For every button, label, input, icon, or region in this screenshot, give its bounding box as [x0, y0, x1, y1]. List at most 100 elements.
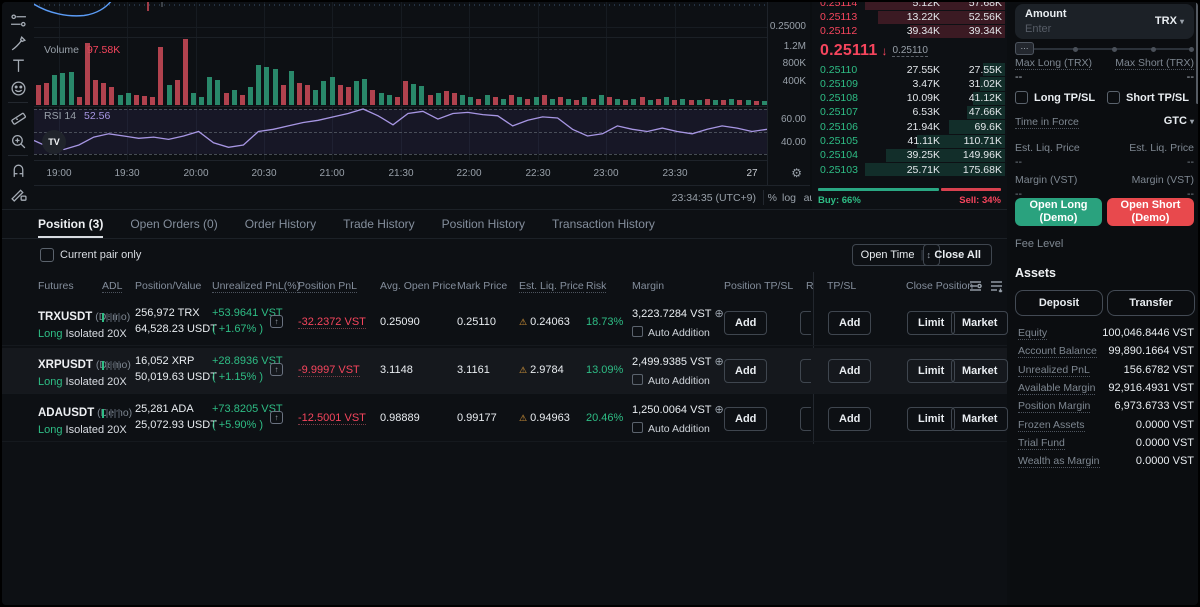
position-tpsl-add-button[interactable]: Add	[724, 311, 767, 335]
ruler-tool-icon[interactable]	[10, 110, 27, 127]
slider-dot-25[interactable]	[1073, 47, 1078, 52]
close-market-button[interactable]: Market	[951, 359, 1008, 383]
volume-bar	[167, 85, 172, 105]
brush-tool-icon[interactable]	[10, 35, 27, 52]
chart-settings-gear-icon[interactable]: ⚙	[791, 166, 802, 180]
orderbook-bid-row[interactable]: 0.2510325.71K175.68K	[812, 163, 1007, 177]
zoom-in-tool-icon[interactable]	[10, 133, 27, 150]
add-margin-icon[interactable]: ⊕	[715, 308, 724, 320]
column-settings-icon[interactable]	[989, 278, 1004, 293]
orderbook-bid-row[interactable]: 0.251093.47K31.02K	[812, 77, 1007, 91]
volume-bar	[640, 97, 645, 105]
tab-open-orders-0-[interactable]: Open Orders (0)	[130, 210, 217, 238]
orderbook-bid-row[interactable]: 0.2510439.25K149.96K	[812, 148, 1007, 162]
orderbook-bid-row[interactable]: 0.2510541.11K110.71K	[812, 134, 1007, 148]
close-limit-button[interactable]: Limit	[907, 407, 955, 431]
share-pnl-icon[interactable]: ↑	[270, 363, 283, 376]
asset-value: 0.0000 VST	[1136, 419, 1194, 431]
close-all-button[interactable]: Close All	[923, 244, 992, 266]
volume-bar	[444, 91, 449, 105]
slider-handle[interactable]: ⋯	[1015, 42, 1034, 55]
close-market-button[interactable]: Market	[951, 311, 1008, 335]
orderbook-total: 47.66K	[969, 105, 1002, 119]
auto-addition-checkbox[interactable]	[632, 374, 643, 385]
volume-bar	[428, 95, 433, 105]
volume-bar	[44, 83, 49, 105]
open-short-button[interactable]: Open Short(Demo)	[1107, 198, 1194, 226]
slider-dot-75[interactable]	[1151, 47, 1156, 52]
close-limit-button[interactable]: Limit	[907, 311, 955, 335]
orderbook-ask-row[interactable]: 0.2511239.34K39.34K	[812, 24, 1007, 38]
current-pair-only-checkbox[interactable]	[40, 248, 54, 262]
reverse-button-clipped[interactable]	[800, 311, 811, 335]
asset-value: 0.0000 VST	[1136, 455, 1194, 467]
orderbook-bid-row[interactable]: 0.2510810.09K41.12K	[812, 91, 1007, 105]
open-long-button[interactable]: Open Long(Demo)	[1015, 198, 1102, 226]
reverse-button-clipped[interactable]	[800, 359, 811, 383]
volume-bar	[191, 93, 196, 105]
emoji-tool-icon[interactable]	[10, 80, 27, 97]
long-tpsl-checkbox[interactable]	[1015, 91, 1028, 104]
text-tool-icon[interactable]	[10, 57, 27, 74]
price-scale[interactable]: 0.25000 1.2M 800K 400K 60.00 40.00 ⚙	[767, 2, 810, 185]
column-header-mark: Mark Price	[457, 280, 507, 292]
slider-dot-50[interactable]	[1112, 47, 1117, 52]
tab-transaction-history[interactable]: Transaction History	[552, 210, 655, 238]
add-margin-icon[interactable]: ⊕	[715, 356, 724, 368]
auto-addition-checkbox[interactable]	[632, 422, 643, 433]
percent-scale-button[interactable]: %	[768, 192, 777, 204]
tab-trade-history[interactable]: Trade History	[343, 210, 415, 238]
deposit-button[interactable]: Deposit	[1015, 290, 1103, 316]
avg-open-price-cell: 0.25090	[380, 316, 420, 328]
chart-plot[interactable]: Volume 97.58K RSI 14 52.56 TV	[34, 2, 767, 185]
symbol: ADAUSDT	[38, 407, 94, 419]
close-limit-button[interactable]: Limit	[907, 359, 955, 383]
volume-bar	[436, 93, 441, 105]
drawing-lock-tool-icon[interactable]	[10, 185, 27, 202]
close-market-button[interactable]: Market	[951, 407, 1008, 431]
short-tpsl-checkbox[interactable]	[1107, 91, 1120, 104]
log-scale-button[interactable]: log	[782, 192, 796, 204]
magnet-tool-icon[interactable]	[10, 162, 27, 179]
auto-addition-checkbox[interactable]	[632, 326, 643, 337]
asset-label: Unrealized PnL	[1018, 364, 1090, 377]
amount-input[interactable]: Enter	[1025, 23, 1051, 35]
reverse-button-clipped[interactable]	[800, 407, 811, 431]
adl-bar	[102, 313, 104, 322]
column-filter-icon[interactable]	[968, 278, 983, 293]
tab-position-history[interactable]: Position History	[442, 210, 525, 238]
volume-bar	[289, 71, 294, 105]
est-liq-long-label: Est. Liq. Price	[1015, 142, 1080, 154]
panel-scrollbar[interactable]	[1196, 2, 1199, 104]
column-header-margin: Margin	[632, 280, 664, 292]
orderbook-bid-row[interactable]: 0.251076.53K47.66K	[812, 105, 1007, 119]
tradingview-watermark: TV	[42, 130, 66, 154]
tpsl-add-button[interactable]: Add	[828, 311, 871, 335]
volume-bar	[452, 93, 457, 105]
asset-label: Available Margin	[1018, 382, 1095, 395]
orderbook-ask-row[interactable]: 0.251145.12K57.68K	[812, 2, 1007, 10]
position-tpsl-add-button[interactable]: Add	[724, 359, 767, 383]
time-in-force-selector[interactable]: GTC ▾	[1164, 115, 1194, 127]
tpsl-add-button[interactable]: Add	[828, 407, 871, 431]
time-tick: 27	[746, 168, 757, 179]
currency-selector[interactable]: TRX ▾	[1155, 15, 1184, 27]
orderbook-ask-row[interactable]: 0.2511313.22K52.56K	[812, 10, 1007, 24]
volume-bar	[158, 47, 163, 105]
tab-position-3-[interactable]: Position (3)	[38, 210, 103, 238]
tpsl-add-button[interactable]: Add	[828, 359, 871, 383]
tab-order-history[interactable]: Order History	[245, 210, 316, 238]
time-axis[interactable]: 19:0019:3020:0020:3021:0021:3022:0022:30…	[34, 160, 767, 185]
trade-panel: Amount Enter TRX ▾ ⋯ Max Long (TRX) Max …	[1010, 2, 1200, 607]
orderbook-last-price-row[interactable]: 0.25111↓0.25110	[812, 39, 1007, 63]
orderbook-bid-row[interactable]: 0.2510621.94K69.6K	[812, 120, 1007, 134]
avg-open-price-cell: 0.98889	[380, 412, 420, 424]
transfer-button[interactable]: Transfer	[1107, 290, 1195, 316]
add-margin-icon[interactable]: ⊕	[715, 404, 724, 416]
fib-tool-icon[interactable]	[10, 12, 27, 29]
share-pnl-icon[interactable]: ↑	[270, 315, 283, 328]
position-tpsl-add-button[interactable]: Add	[724, 407, 767, 431]
slider-dot-100[interactable]	[1189, 47, 1194, 52]
orderbook-bid-row[interactable]: 0.2511027.55K27.55K	[812, 63, 1007, 77]
share-pnl-icon[interactable]: ↑	[270, 411, 283, 424]
